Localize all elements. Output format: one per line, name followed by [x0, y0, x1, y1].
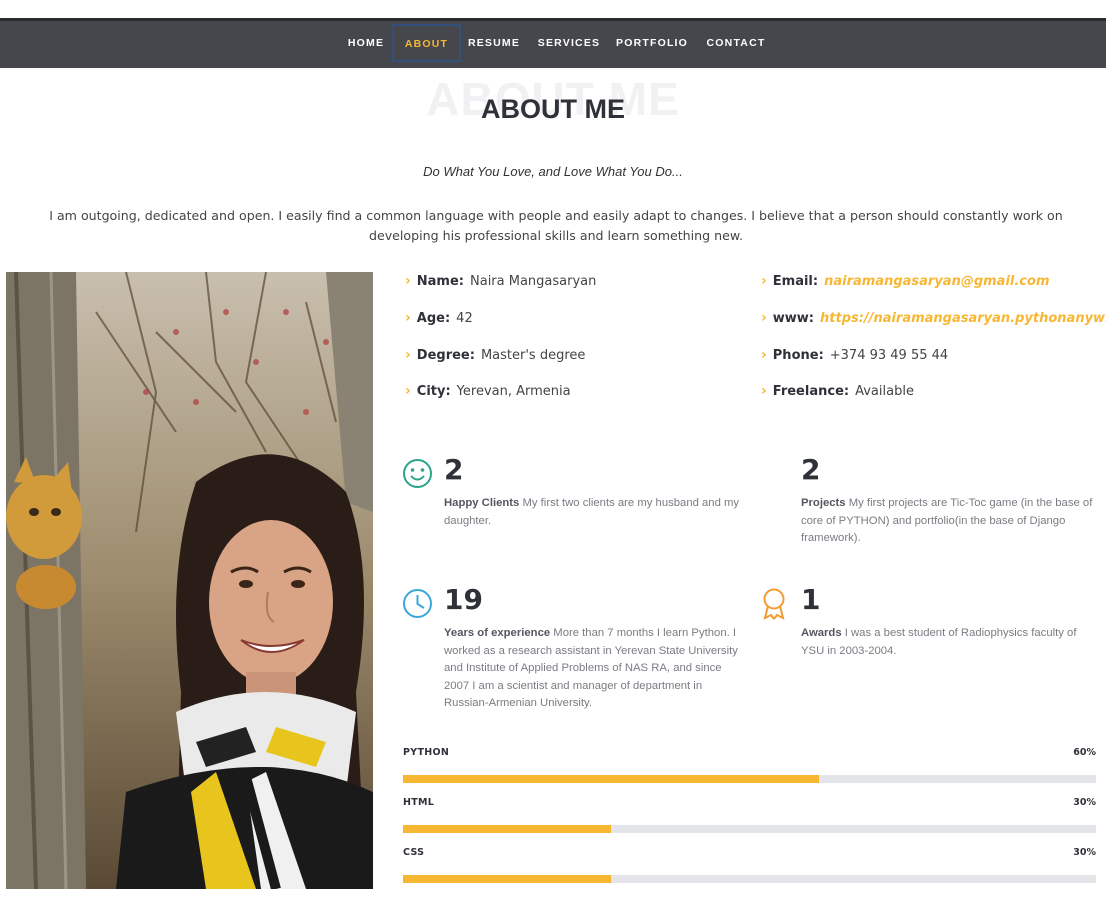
skill-bar-css: [403, 875, 1096, 883]
projects-count: 2: [801, 453, 821, 486]
clients-count: 2: [444, 453, 464, 486]
skill-value-python: 60%: [1073, 747, 1096, 758]
chevron-right-icon: ›: [405, 310, 411, 326]
experience-description: Years of experience More than 7 months I…: [444, 625, 744, 713]
projects-title: Projects: [801, 497, 846, 509]
info-value: Master's degree: [480, 348, 586, 363]
nav-item-about[interactable]: ABOUT: [392, 24, 461, 62]
navbar: HOME ABOUT RESUME SERVICES PORTFOLIO CON…: [0, 18, 1106, 68]
info-value: +374 93 49 55 44: [829, 348, 949, 363]
clients-title: Happy Clients: [444, 497, 520, 509]
awards-description: Awards I was a best student of Radiophys…: [801, 625, 1099, 660]
info-label: www:: [772, 311, 815, 326]
skill-bar-python: [403, 775, 1096, 783]
chevron-right-icon: ›: [761, 310, 767, 326]
info-label: Age:: [416, 311, 451, 326]
top-strip: [0, 0, 1106, 18]
experience-title: Years of experience: [444, 627, 551, 639]
awards-text: I was a best student of Radiophysics fac…: [801, 627, 1077, 657]
skill-value-html: 30%: [1073, 797, 1096, 808]
smile-icon: [402, 458, 433, 493]
email-link[interactable]: nairamangasaryan@gmail.com: [824, 274, 1049, 289]
award-icon: [761, 588, 787, 624]
chevron-right-icon: ›: [761, 383, 767, 399]
info-value: Available: [855, 384, 914, 399]
info-label: Email:: [772, 274, 819, 289]
projects-description: Projects My first projects are Tic-Toc g…: [801, 495, 1099, 548]
nav-item-portfolio[interactable]: PORTFOLIO: [616, 21, 688, 65]
info-label: Phone:: [772, 348, 824, 363]
skill-name-python: PYTHON: [403, 747, 450, 758]
info-phone: › Phone: +374 93 49 55 44: [761, 347, 948, 363]
info-label: Degree:: [416, 348, 475, 363]
chevron-right-icon: ›: [761, 273, 767, 289]
nav-item-contact[interactable]: CONTACT: [704, 21, 768, 65]
experience-count: 19: [444, 583, 483, 616]
awards-count: 1: [801, 583, 821, 616]
info-freelance: › Freelance: Available: [761, 383, 914, 399]
info-www: › www: https://nairamangasaryan.pythonanyw…: [761, 310, 1106, 326]
chevron-right-icon: ›: [405, 273, 411, 289]
nav-item-services[interactable]: SERVICES: [537, 21, 601, 65]
chevron-right-icon: ›: [405, 383, 411, 399]
info-value: Naira Mangasaryan: [470, 274, 597, 289]
info-value: 42: [456, 311, 473, 326]
skill-name-html: HTML: [403, 797, 435, 808]
info-name: › Name: Naira Mangasaryan: [405, 273, 596, 289]
tagline: Do What You Love, and Love What You Do..…: [423, 164, 683, 179]
info-degree: › Degree: Master's degree: [405, 347, 585, 363]
chevron-right-icon: ›: [761, 347, 767, 363]
skill-name-css: CSS: [403, 847, 425, 858]
skill-fill: [403, 775, 819, 783]
chevron-right-icon: ›: [405, 347, 411, 363]
nav-item-home[interactable]: HOME: [344, 21, 388, 65]
section-title: ABOUT ME: [481, 94, 625, 124]
clients-description: Happy Clients My first two clients are m…: [444, 495, 744, 530]
info-email: › Email: nairamangasaryan@gmail.com: [761, 273, 1050, 289]
nav-list: HOME ABOUT RESUME SERVICES PORTFOLIO CON…: [0, 21, 1106, 68]
skill-bar-html: [403, 825, 1096, 833]
profile-photo: [6, 272, 373, 889]
website-link[interactable]: https://nairamangasaryan.pythonanywhere.…: [820, 311, 1106, 326]
experience-text: More than 7 months I learn Python. I wor…: [444, 627, 738, 709]
skill-fill: [403, 875, 611, 883]
skill-fill: [403, 825, 611, 833]
info-value: Yerevan, Armenia: [456, 384, 571, 399]
info-label: City:: [416, 384, 451, 399]
skill-value-css: 30%: [1073, 847, 1096, 858]
intro-paragraph: I am outgoing, dedicated and open. I eas…: [49, 208, 1063, 243]
info-age: › Age: 42: [405, 310, 473, 326]
info-label: Name:: [416, 274, 464, 289]
awards-title: Awards: [801, 627, 842, 639]
info-label: Freelance:: [772, 384, 850, 399]
clock-icon: [402, 588, 433, 623]
nav-item-resume[interactable]: RESUME: [466, 21, 522, 65]
info-city: › City: Yerevan, Armenia: [405, 383, 571, 399]
